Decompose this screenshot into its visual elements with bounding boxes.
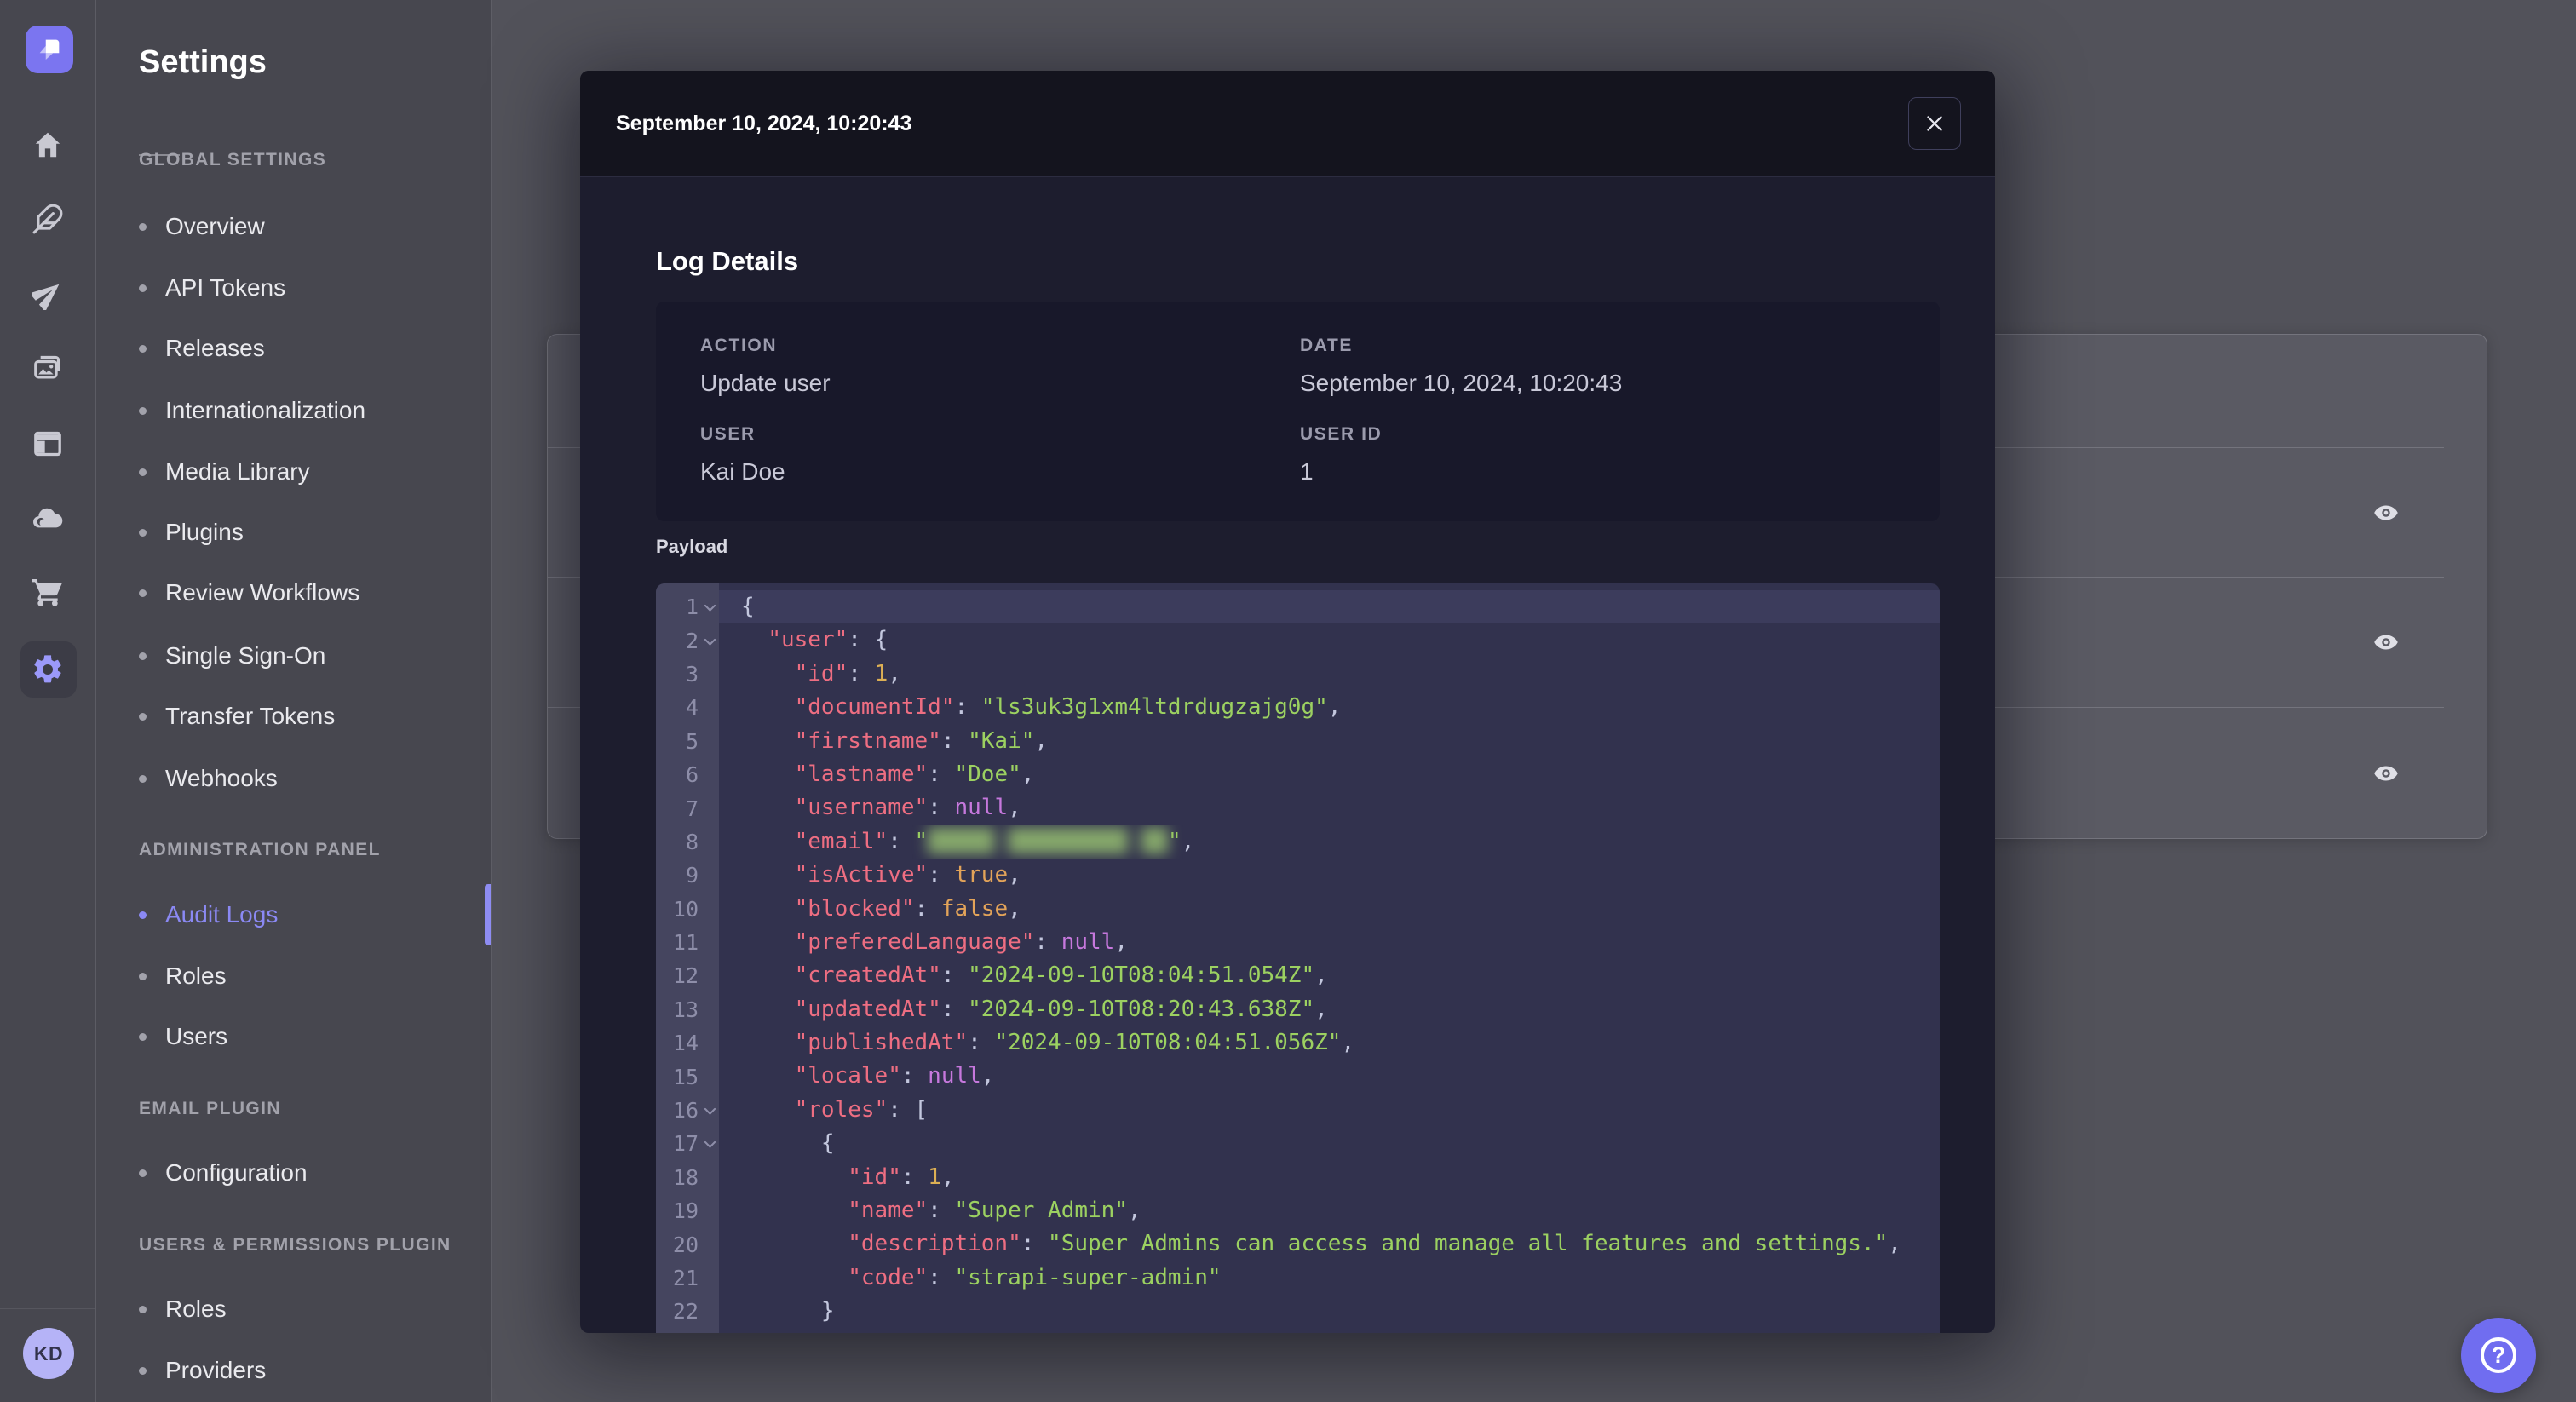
code-line-8: 8 "email": "█████ █████████ ██", bbox=[656, 825, 1940, 859]
code-line-content: "name": "Super Admin", bbox=[848, 1198, 1141, 1224]
code-line-19: 19 "name": "Super Admin", bbox=[656, 1194, 1940, 1227]
code-line-17: 17 { bbox=[656, 1127, 1940, 1160]
payload-code-editor[interactable]: 1{2 "user": {3 "id": 1, 4 "documentId": "… bbox=[656, 583, 1940, 1333]
question-mark-icon: ? bbox=[2481, 1337, 2516, 1373]
line-number: 17 bbox=[656, 1131, 719, 1156]
code-line-13: 13 "updatedAt": "2024-09-10T08:20:43.638… bbox=[656, 993, 1940, 1026]
code-line-20: 20 "description": "Super Admins can acce… bbox=[656, 1227, 1940, 1261]
close-button[interactable] bbox=[1908, 97, 1961, 150]
detail-value: Update user bbox=[700, 370, 831, 396]
detail-label: ACTION bbox=[700, 336, 778, 355]
code-line-content: "user": { bbox=[768, 627, 888, 653]
code-line-content: { bbox=[741, 1130, 835, 1157]
line-number: 18 bbox=[672, 1164, 699, 1190]
line-number: 9 bbox=[685, 863, 699, 888]
fold-caret-icon[interactable] bbox=[704, 638, 716, 646]
code-line-4: 4 "documentId": "ls3uk3g1xm4ltdrdugzajg0… bbox=[656, 691, 1940, 724]
detail-user: USER Kai Doe bbox=[700, 424, 1300, 486]
line-number: 15 bbox=[672, 1064, 699, 1089]
code-line-1: 1{ bbox=[656, 590, 1940, 624]
close-icon bbox=[1923, 112, 1946, 135]
code-line-content: } bbox=[741, 1298, 835, 1324]
code-line-content: ], bbox=[719, 1329, 1940, 1333]
line-number: 6 bbox=[685, 762, 699, 788]
fold-caret-icon[interactable] bbox=[704, 1107, 716, 1116]
line-number: 2 bbox=[656, 629, 719, 653]
detail-label: USER ID bbox=[1300, 424, 1383, 444]
line-number: 7 bbox=[685, 796, 699, 821]
code-line-16: 16 "roles": [ bbox=[656, 1094, 1940, 1127]
code-line-3: 3 "id": 1, bbox=[656, 658, 1940, 691]
code-line-content: "id": 1, bbox=[794, 660, 901, 687]
detail-date: DATE September 10, 2024, 10:20:43 bbox=[1300, 336, 1940, 397]
code-line-6: 6 "lastname": "Doe", bbox=[656, 758, 1940, 791]
line-number: 12 bbox=[672, 963, 699, 989]
code-line-content: "locale": null, bbox=[794, 1063, 995, 1089]
line-number: 16 bbox=[656, 1098, 719, 1123]
code-line-12: 12 "createdAt": "2024-09-10T08:04:51.054… bbox=[656, 959, 1940, 992]
code-line-content: "updatedAt": "2024-09-10T08:20:43.638Z", bbox=[794, 996, 1328, 1022]
code-line-15: 15 "locale": null, bbox=[656, 1060, 1940, 1093]
detail-label: DATE bbox=[1300, 336, 1354, 355]
log-details-modal: September 10, 2024, 10:20:43 Log Details… bbox=[580, 71, 1995, 1333]
code-line-content: "lastname": "Doe", bbox=[794, 761, 1035, 787]
line-number: 5 bbox=[685, 728, 699, 754]
code-line-content: "username": null, bbox=[794, 795, 1021, 821]
code-line-content: "preferedLanguage": null, bbox=[794, 928, 1128, 955]
code-line-content: "description": "Super Admins can access … bbox=[848, 1231, 1901, 1257]
detail-value: Kai Doe bbox=[700, 458, 785, 485]
payload-label: Payload bbox=[656, 536, 728, 557]
modal-title: September 10, 2024, 10:20:43 bbox=[616, 112, 912, 135]
code-line-2: 2 "user": { bbox=[656, 623, 1940, 657]
code-line-content: "roles": [ bbox=[794, 1096, 929, 1123]
code-line-content: "blocked": false, bbox=[794, 895, 1021, 922]
line-number: 3 bbox=[685, 661, 699, 687]
detail-action: ACTION Update user bbox=[700, 336, 1300, 397]
code-line-content: "createdAt": "2024-09-10T08:04:51.054Z", bbox=[794, 962, 1328, 989]
code-line-14: 14 "publishedAt": "2024-09-10T08:04:51.0… bbox=[656, 1026, 1940, 1060]
code-line-23: 23 ], bbox=[656, 1329, 1940, 1333]
code-line-content: "isActive": true, bbox=[794, 862, 1021, 888]
code-line-content: "code": "strapi-super-admin" bbox=[848, 1264, 1222, 1290]
code-line-content: "email": "█████ █████████ ██", bbox=[794, 828, 1195, 854]
log-details-card: ACTION Update user DATE September 10, 2024,… bbox=[656, 302, 1940, 521]
code-line-content: "documentId": "ls3uk3g1xm4ltdrdugzajg0g"… bbox=[794, 694, 1342, 721]
line-number: 13 bbox=[672, 997, 699, 1022]
code-line-10: 10 "blocked": false, bbox=[656, 893, 1940, 926]
line-number: 22 bbox=[672, 1299, 699, 1324]
fold-caret-icon[interactable] bbox=[704, 1141, 716, 1149]
log-details-heading: Log Details bbox=[656, 246, 799, 276]
detail-label: USER bbox=[700, 424, 756, 444]
code-line-9: 9 "isActive": true, bbox=[656, 859, 1940, 892]
detail-value: September 10, 2024, 10:20:43 bbox=[1300, 370, 1623, 396]
code-line-18: 18 "id": 1, bbox=[656, 1161, 1940, 1194]
code-line-content: "id": 1, bbox=[848, 1164, 955, 1190]
line-number: 19 bbox=[672, 1198, 699, 1224]
line-number: 14 bbox=[672, 1031, 699, 1056]
detail-user-id: USER ID 1 bbox=[1300, 424, 1940, 486]
code-line-content: "publishedAt": "2024-09-10T08:04:51.056Z… bbox=[794, 1030, 1355, 1056]
fold-caret-icon[interactable] bbox=[704, 604, 716, 612]
code-line-22: 22 } bbox=[656, 1295, 1940, 1328]
code-line-content: "firstname": "Kai", bbox=[794, 727, 1049, 754]
modal-header: September 10, 2024, 10:20:43 bbox=[580, 71, 1995, 177]
line-number: 1 bbox=[656, 595, 719, 619]
line-number: 8 bbox=[685, 829, 699, 854]
line-number: 21 bbox=[672, 1266, 699, 1290]
line-number: 20 bbox=[672, 1232, 699, 1257]
line-number: 4 bbox=[685, 695, 699, 721]
code-line-5: 5 "firstname": "Kai", bbox=[656, 725, 1940, 758]
code-line-7: 7 "username": null, bbox=[656, 791, 1940, 825]
line-number: 10 bbox=[672, 896, 699, 922]
code-line-11: 11 "preferedLanguage": null, bbox=[656, 926, 1940, 959]
code-line-content: { bbox=[719, 590, 1940, 624]
help-button[interactable]: ? bbox=[2461, 1318, 2536, 1393]
code-line-21: 21 "code": "strapi-super-admin" bbox=[656, 1261, 1940, 1295]
code-lines: 1{2 "user": {3 "id": 1, 4 "documentId": "… bbox=[656, 590, 1940, 1333]
line-number: 11 bbox=[672, 930, 699, 956]
detail-value: 1 bbox=[1300, 458, 1314, 485]
